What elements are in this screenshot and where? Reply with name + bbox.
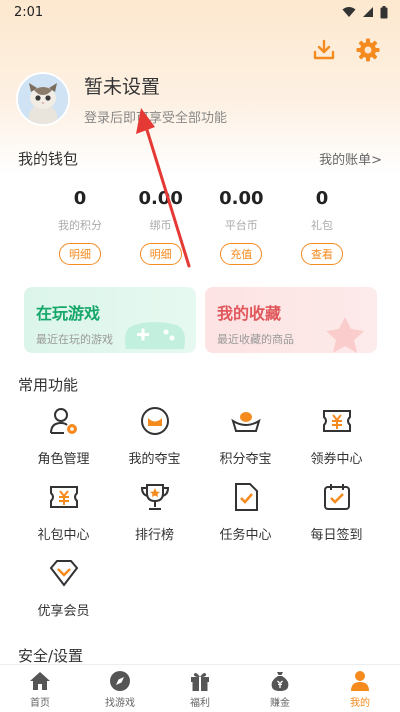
func-label: 礼包中心	[37, 528, 90, 543]
wifi-icon	[342, 7, 356, 17]
star-icon	[326, 317, 364, 353]
func-leaderboard[interactable]: 排行榜	[109, 480, 200, 556]
wallet-label: 平台币	[224, 219, 258, 232]
task-icon	[229, 480, 263, 514]
nav-mine[interactable]: 我的	[320, 665, 400, 712]
nav-home[interactable]: 首页	[0, 665, 80, 712]
nav-label: 赚金	[270, 697, 290, 709]
coupon-icon	[320, 404, 354, 438]
compass-icon	[107, 669, 133, 693]
nav-welfare[interactable]: 福利	[160, 665, 240, 712]
checkin-icon	[320, 480, 354, 514]
wallet-title: 我的钱包	[18, 150, 79, 168]
gold-ingot-icon	[229, 404, 263, 438]
home-icon	[27, 669, 53, 693]
func-my-treasure[interactable]: 我的夺宝	[109, 404, 200, 480]
func-points-treasure[interactable]: 积分夺宝	[200, 404, 291, 480]
gift-icon	[187, 669, 213, 693]
wallet-value: 0.00	[219, 188, 264, 209]
func-task-center[interactable]: 任务中心	[200, 480, 291, 556]
common-functions-title: 常用功能	[18, 376, 79, 394]
func-label: 积分夺宝	[219, 452, 272, 467]
wallet-value: 0.00	[138, 188, 183, 209]
nav-label: 找游戏	[105, 697, 135, 709]
gamepad-icon	[125, 322, 185, 349]
person-icon	[347, 669, 373, 693]
wallet-item-bound-coin: 0.00 绑币 明细	[121, 188, 201, 265]
status-time: 2:01	[14, 4, 44, 20]
view-gift-button[interactable]: 查看	[300, 243, 343, 265]
wallet-grid: 0 我的积分 明细 0.00 绑币 明细 0.00 平台币 充值 0 礼包 查看	[40, 188, 362, 265]
nav-label: 我的	[350, 697, 370, 709]
profile-section[interactable]: 暂未设置 登录后即可享受全部功能	[16, 72, 227, 126]
status-icons	[342, 5, 388, 19]
top-actions	[310, 36, 382, 64]
recharge-button[interactable]: 充值	[220, 243, 263, 265]
wallet-label: 礼包	[310, 219, 333, 232]
nav-label: 福利	[190, 697, 210, 709]
wallet-value: 0	[73, 188, 87, 209]
battery-icon	[380, 5, 388, 18]
profile-text: 暂未设置 登录后即可享受全部功能	[84, 72, 227, 126]
func-label: 任务中心	[219, 528, 272, 543]
security-settings-title: 安全/设置	[18, 647, 84, 665]
nav-find-games[interactable]: 找游戏	[80, 665, 160, 712]
vip-icon	[47, 556, 81, 590]
trophy-icon	[138, 480, 172, 514]
wallet-label: 绑币	[149, 219, 172, 232]
username[interactable]: 暂未设置	[84, 72, 227, 99]
download-icon[interactable]	[310, 36, 338, 64]
common-functions-grid: 角色管理 我的夺宝 积分夺宝 领券中心 礼包中心 排行榜 任务中心 每日签到 优…	[18, 404, 382, 632]
gear-icon[interactable]	[354, 36, 382, 64]
wallet-item-gift-pack: 0 礼包 查看	[282, 188, 362, 265]
bound-coin-detail-button[interactable]: 明细	[139, 243, 182, 265]
func-daily-checkin[interactable]: 每日签到	[291, 480, 382, 556]
wallet-item-points: 0 我的积分 明细	[40, 188, 120, 265]
status-bar: 2:01	[0, 0, 400, 24]
func-coupon-center[interactable]: 领券中心	[291, 404, 382, 480]
user-gear-icon	[47, 404, 81, 438]
money-bag-icon	[267, 669, 293, 693]
func-label: 优享会员	[37, 604, 90, 619]
nav-label: 首页	[30, 697, 50, 709]
func-gift-center[interactable]: 礼包中心	[18, 480, 109, 556]
wallet-value: 0	[315, 188, 329, 209]
func-label: 每日签到	[310, 528, 363, 543]
wallet-item-platform-coin: 0.00 平台币 充值	[201, 188, 281, 265]
login-tip[interactable]: 登录后即可享受全部功能	[84, 107, 227, 126]
my-favorites-card[interactable]: 我的收藏 最近收藏的商品	[205, 287, 377, 353]
wallet-label: 我的积分	[58, 219, 102, 232]
signal-icon	[363, 7, 373, 17]
func-label: 角色管理	[37, 452, 90, 467]
func-label: 领券中心	[310, 452, 363, 467]
func-vip-member[interactable]: 优享会员	[18, 556, 109, 632]
avatar[interactable]	[16, 72, 70, 126]
playing-games-card[interactable]: 在玩游戏 最近在玩的游戏	[24, 287, 196, 353]
func-label: 排行榜	[134, 528, 174, 543]
func-label: 我的夺宝	[128, 452, 181, 467]
cat-avatar-icon	[18, 74, 68, 124]
treasure-icon	[138, 404, 172, 438]
nav-earn-gold[interactable]: 赚金	[240, 665, 320, 712]
my-bill-link[interactable]: 我的账单>	[319, 149, 382, 168]
gift-ticket-icon	[47, 480, 81, 514]
func-role-management[interactable]: 角色管理	[18, 404, 109, 480]
points-detail-button[interactable]: 明细	[59, 243, 101, 265]
bottom-nav: 首页 找游戏 福利 赚金 我的	[0, 664, 400, 712]
